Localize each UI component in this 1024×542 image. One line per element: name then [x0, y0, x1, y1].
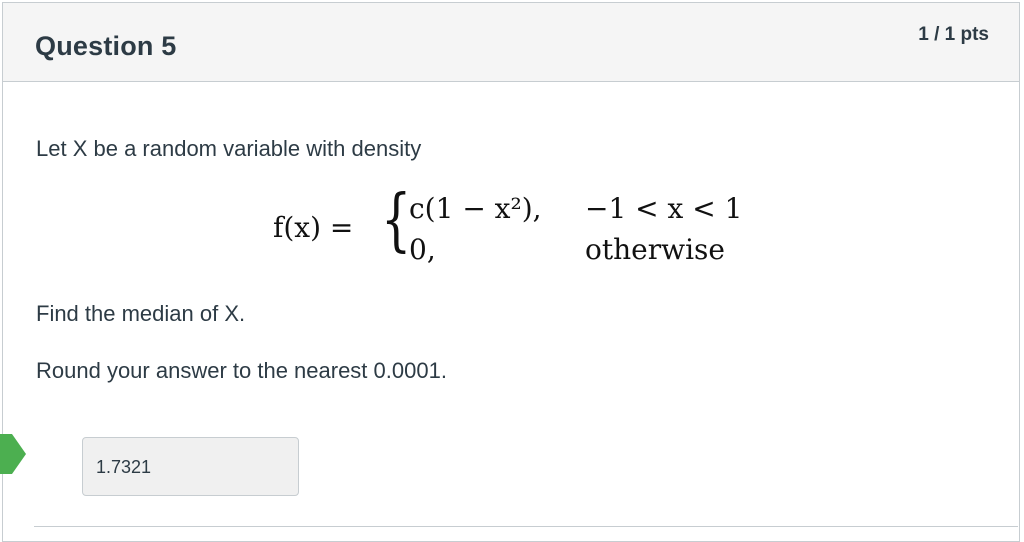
equation-case2-expression: 0, [409, 233, 436, 266]
density-equation: f(x) = { c(1 − x²), −1 < x < 1 0, otherw… [243, 181, 763, 279]
question-title: Question 5 [35, 31, 177, 61]
question-points: 1 / 1 pts [918, 24, 989, 45]
equation-case2-condition: otherwise [585, 233, 725, 266]
answer-value: 1.7321 [96, 457, 152, 477]
question-round-text: Round your answer to the nearest 0.0001. [36, 358, 447, 383]
correct-answer-arrow-shape [0, 434, 26, 474]
question-intro-text: Let X be a random variable with density [36, 136, 422, 161]
equation-brace: { [381, 181, 412, 260]
equation-case1-condition: −1 < x < 1 [585, 192, 743, 225]
question-header: Question 5 1 / 1 pts [3, 3, 1019, 82]
answer-field[interactable]: 1.7321 [82, 437, 299, 496]
question-find-text: Find the median of X. [36, 301, 246, 326]
correct-answer-arrow-icon [0, 434, 26, 474]
equation-lhs: f(x) = [273, 211, 354, 244]
equation-case1-expression: c(1 − x²), [409, 192, 542, 225]
footer-divider [34, 526, 1018, 527]
